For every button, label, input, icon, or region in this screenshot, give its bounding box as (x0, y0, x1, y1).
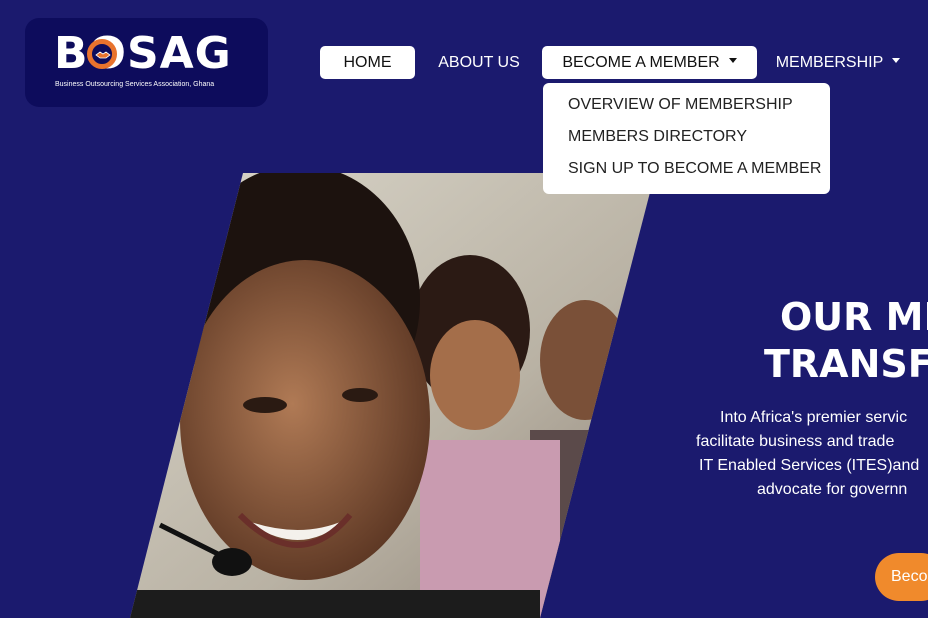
dropdown-item-members-directory[interactable]: MEMBERS DIRECTORY (543, 121, 830, 153)
become-member-cta-button[interactable]: Beco (875, 553, 928, 601)
hero-description-line: IT Enabled Services (ITES)and (699, 457, 920, 474)
hero-heading: OUR MIS TRANSFO (728, 294, 928, 388)
hero-description-line: facilitate business and trade (696, 433, 895, 450)
hero-description-line: advocate for governn (757, 481, 908, 498)
hero-description: Into Africa's premier servic facilitate … (688, 406, 928, 502)
become-member-dropdown: OVERVIEW OF MEMBERSHIP MEMBERS DIRECTORY… (543, 83, 830, 194)
dropdown-item-overview[interactable]: OVERVIEW OF MEMBERSHIP (543, 89, 830, 121)
hero-description-line: Into Africa's premier servic (720, 409, 908, 426)
hero-heading-line-1: OUR MIS (780, 295, 928, 339)
dropdown-item-sign-up[interactable]: SIGN UP TO BECOME A MEMBER (543, 153, 830, 185)
hero-heading-line-2: TRANSFO (764, 342, 928, 386)
